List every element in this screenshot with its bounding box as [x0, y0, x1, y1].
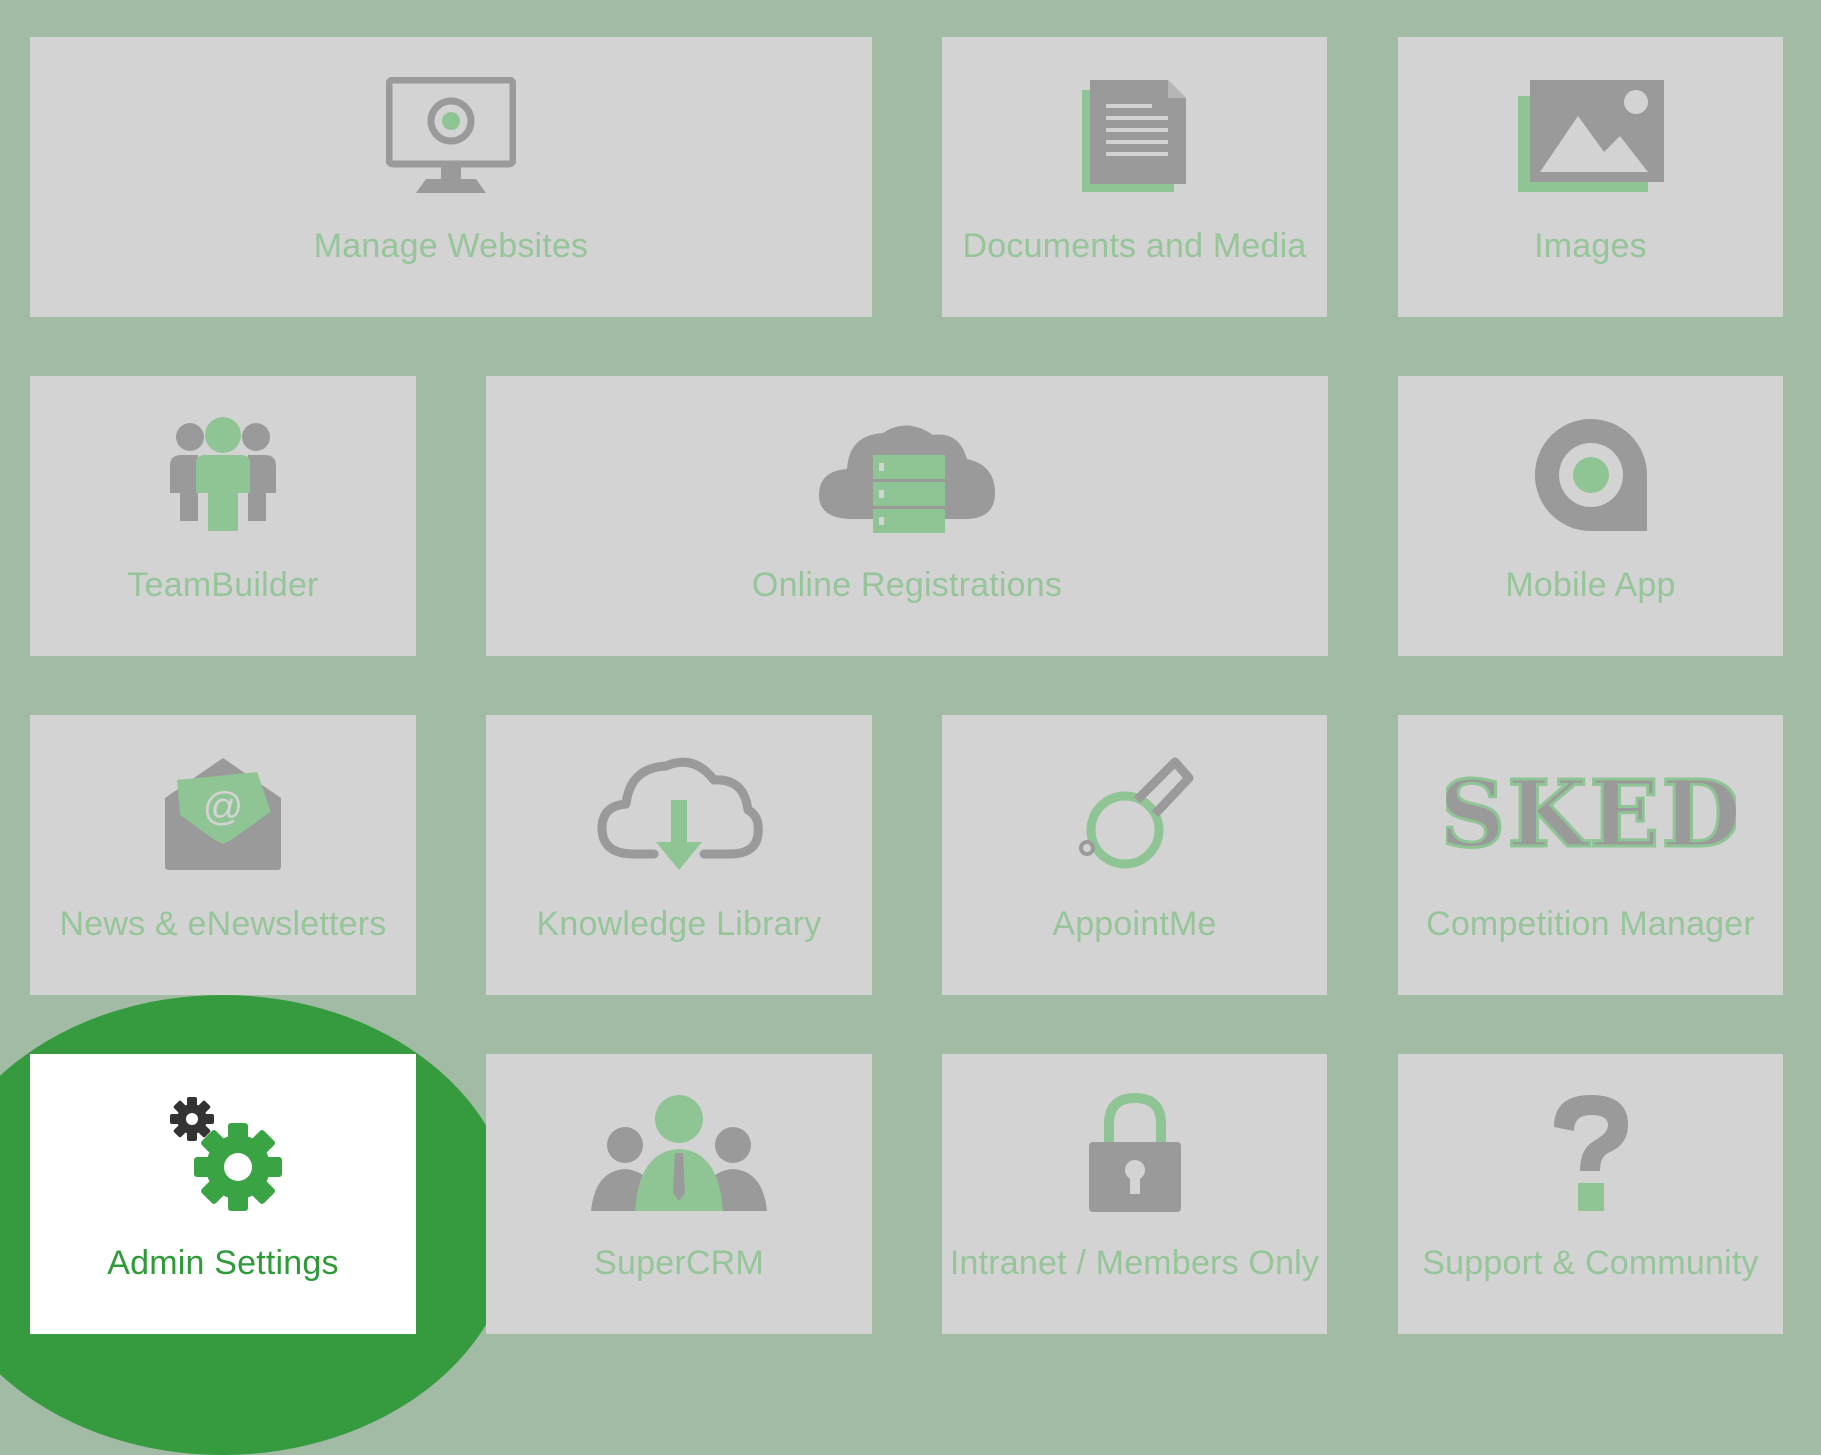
tile-label: News & eNewsletters: [59, 905, 387, 943]
sked-logo: SKED: [1441, 749, 1741, 879]
tile-knowledge-library[interactable]: Knowledge Library: [486, 715, 872, 995]
tile-competition-manager[interactable]: SKED Competition Manager: [1398, 715, 1783, 995]
whistle-icon: [1035, 749, 1235, 879]
mobile-app-icon: [1491, 410, 1691, 540]
tile-label: SuperCRM: [594, 1244, 764, 1282]
padlock-icon: [1035, 1088, 1235, 1218]
svg-text:SKED: SKED: [1446, 764, 1736, 864]
tile-label: Manage Websites: [313, 227, 589, 265]
crm-people-icon: [579, 1088, 779, 1218]
tile-label: Mobile App: [1505, 566, 1676, 604]
envelope-icon: @: [123, 749, 323, 879]
tile-documents-media[interactable]: Documents and Media: [942, 37, 1327, 317]
tile-intranet-members[interactable]: Intranet / Members Only: [942, 1054, 1327, 1334]
tile-label: Knowledge Library: [536, 905, 822, 943]
tile-label: Support & Community: [1422, 1244, 1759, 1282]
svg-text:@: @: [203, 785, 244, 829]
tile-appointme[interactable]: AppointMe: [942, 715, 1327, 995]
tile-label: Intranet / Members Only: [949, 1244, 1320, 1282]
tile-manage-websites[interactable]: Manage Websites: [30, 37, 872, 317]
tile-teambuilder[interactable]: TeamBuilder: [30, 376, 416, 656]
cloud-download-icon: [579, 749, 779, 879]
tile-supercrm[interactable]: SuperCRM: [486, 1054, 872, 1334]
team-icon: [123, 410, 323, 540]
tile-label: Documents and Media: [962, 227, 1307, 265]
monitor-icon: [351, 71, 551, 201]
tile-admin-settings[interactable]: Admin Settings: [30, 1054, 416, 1334]
document-icon: [1035, 71, 1235, 201]
tile-support-community[interactable]: Support & Community: [1398, 1054, 1783, 1334]
tile-label: Competition Manager: [1426, 905, 1755, 943]
gears-icon: [123, 1088, 323, 1218]
cloud-server-icon: [807, 410, 1007, 540]
tile-label: TeamBuilder: [127, 566, 319, 604]
tile-label: Online Registrations: [751, 566, 1063, 604]
tile-images[interactable]: Images: [1398, 37, 1783, 317]
tile-mobile-app[interactable]: Mobile App: [1398, 376, 1783, 656]
tile-news-enewsletters[interactable]: @ News & eNewsletters: [30, 715, 416, 995]
tile-label: AppointMe: [1052, 905, 1217, 943]
tile-online-registrations[interactable]: Online Registrations: [486, 376, 1328, 656]
tile-label: Images: [1534, 227, 1647, 265]
question-icon: [1491, 1088, 1691, 1218]
tile-label: Admin Settings: [107, 1244, 339, 1282]
image-icon: [1491, 71, 1691, 201]
